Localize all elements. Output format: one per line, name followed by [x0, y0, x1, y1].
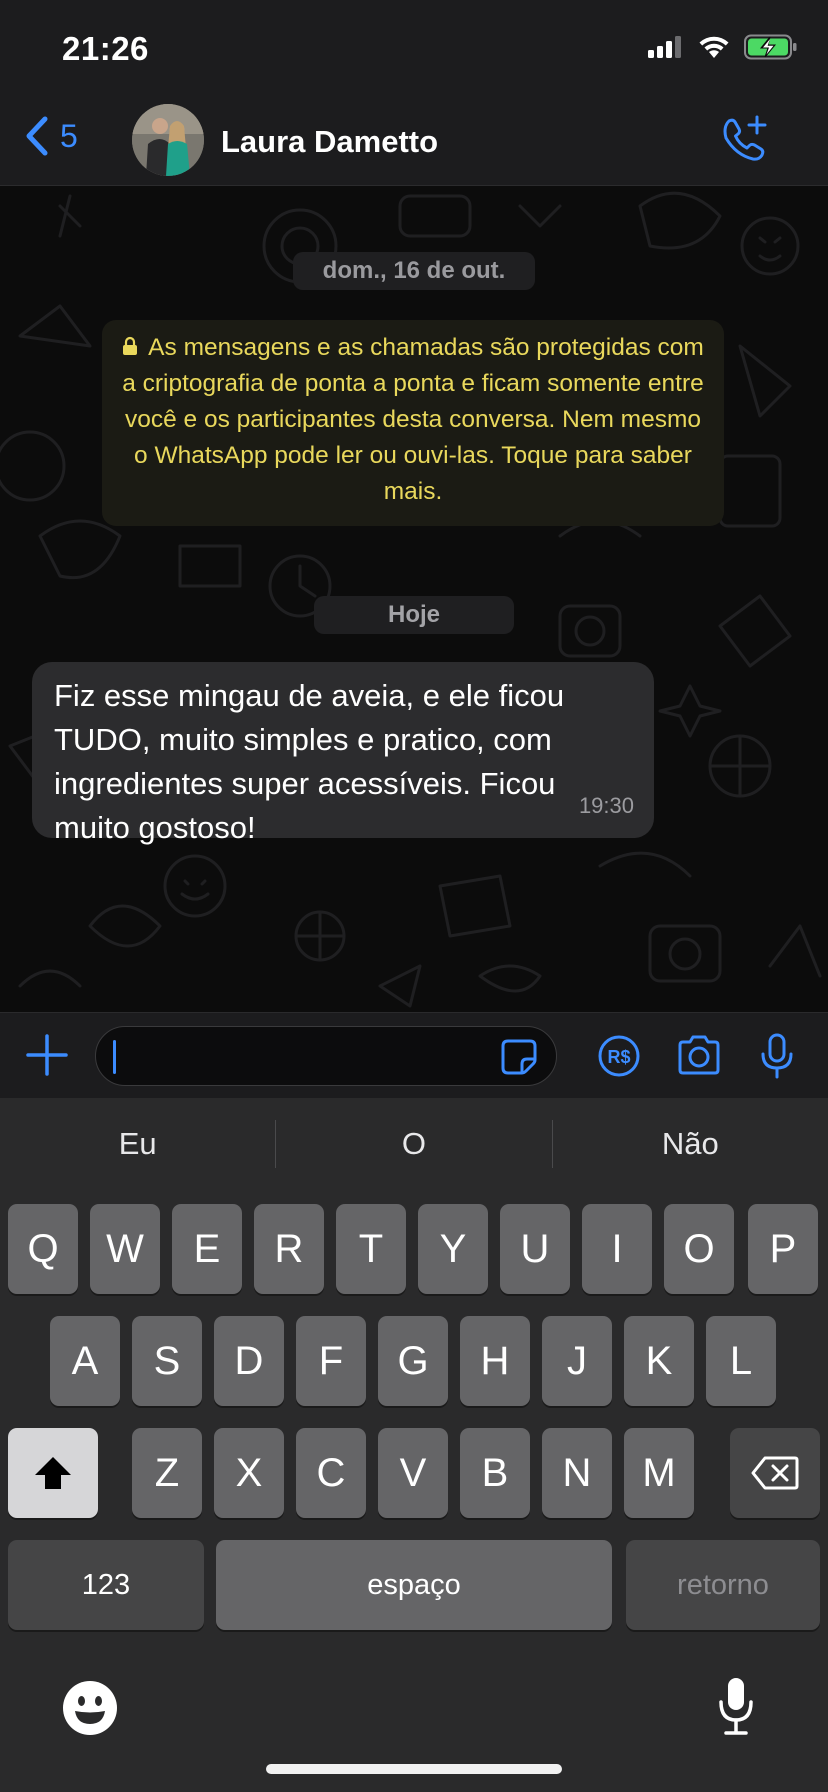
chat-header: 5 Laura Dametto	[0, 96, 828, 186]
status-bar: 21:26	[0, 0, 828, 96]
key-l[interactable]: L	[706, 1316, 776, 1406]
key-e[interactable]: E	[172, 1204, 242, 1294]
back-button[interactable]: 5	[24, 116, 78, 156]
key-m[interactable]: M	[624, 1428, 694, 1518]
phone-plus-icon	[723, 115, 767, 161]
message-text: Fiz esse mingau de aveia, e ele ficou TU…	[54, 678, 565, 845]
cellular-signal-icon	[648, 36, 681, 58]
microphone-icon	[761, 1033, 793, 1079]
key-z[interactable]: Z	[132, 1428, 202, 1518]
sticker-button[interactable]	[500, 1038, 538, 1081]
backspace-icon	[751, 1456, 799, 1490]
plus-icon	[26, 1034, 68, 1076]
key-n[interactable]: N	[542, 1428, 612, 1518]
emoji-icon	[63, 1681, 117, 1735]
key-w[interactable]: W	[90, 1204, 160, 1294]
key-y[interactable]: Y	[418, 1204, 488, 1294]
key-x[interactable]: X	[214, 1428, 284, 1518]
dictation-mic-icon	[719, 1678, 753, 1735]
camera-icon	[678, 1035, 720, 1075]
keyboard: Eu O Não Q W E R T Y U I O P A S D F G H…	[0, 1098, 828, 1792]
predictive-bar: Eu O Não	[0, 1112, 828, 1176]
contact-name[interactable]: Laura Dametto	[221, 124, 438, 160]
chat-area[interactable]: dom., 16 de out. As mensagens e as chama…	[0, 186, 828, 1012]
suggestion-2[interactable]: O	[276, 1112, 551, 1176]
composer-bar: R$	[0, 1012, 828, 1098]
key-k[interactable]: K	[624, 1316, 694, 1406]
status-icons	[648, 34, 798, 60]
key-o[interactable]: O	[664, 1204, 734, 1294]
key-c[interactable]: C	[296, 1428, 366, 1518]
unread-count: 5	[60, 117, 78, 154]
date-separator: dom., 16 de out.	[293, 252, 535, 290]
camera-button[interactable]	[676, 1035, 722, 1080]
key-q[interactable]: Q	[8, 1204, 78, 1294]
key-b[interactable]: B	[460, 1428, 530, 1518]
svg-text:R$: R$	[607, 1047, 630, 1067]
shift-icon	[35, 1457, 71, 1489]
key-s[interactable]: S	[132, 1316, 202, 1406]
message-input[interactable]	[95, 1026, 557, 1086]
numbers-key[interactable]: 123	[8, 1540, 204, 1630]
key-v[interactable]: V	[378, 1428, 448, 1518]
key-g[interactable]: G	[378, 1316, 448, 1406]
lock-icon	[122, 336, 138, 356]
battery-charging-icon	[744, 34, 797, 60]
encryption-notice-text: As mensagens e as chamadas são protegida…	[122, 334, 704, 505]
text-caret	[113, 1040, 116, 1074]
return-key[interactable]: retorno	[626, 1540, 820, 1630]
key-p[interactable]: P	[748, 1204, 818, 1294]
encryption-notice[interactable]: As mensagens e as chamadas são protegida…	[102, 320, 724, 526]
chevron-left-icon	[26, 116, 48, 156]
key-i[interactable]: I	[582, 1204, 652, 1294]
key-d[interactable]: D	[214, 1316, 284, 1406]
status-time: 21:26	[62, 30, 149, 67]
space-key[interactable]: espaço	[216, 1540, 612, 1630]
sticker-icon	[501, 1039, 537, 1075]
today-separator: Hoje	[314, 596, 514, 634]
message-bubble[interactable]: Fiz esse mingau de aveia, e ele ficou TU…	[32, 662, 654, 845]
suggestion-3[interactable]: Não	[553, 1112, 828, 1176]
key-r[interactable]: R	[254, 1204, 324, 1294]
wifi-icon	[699, 36, 729, 58]
attach-button[interactable]	[24, 1032, 70, 1083]
key-t[interactable]: T	[336, 1204, 406, 1294]
home-indicator[interactable]	[266, 1764, 562, 1774]
dictation-key[interactable]	[716, 1676, 756, 1741]
emoji-key[interactable]	[62, 1680, 118, 1741]
key-j[interactable]: J	[542, 1316, 612, 1406]
add-call-button[interactable]	[720, 114, 770, 169]
shift-key[interactable]	[8, 1428, 98, 1518]
payment-button[interactable]: R$	[597, 1034, 641, 1083]
key-a[interactable]: A	[50, 1316, 120, 1406]
avatar[interactable]	[132, 104, 204, 176]
suggestion-1[interactable]: Eu	[0, 1112, 275, 1176]
key-f[interactable]: F	[296, 1316, 366, 1406]
message-time: 19:30	[578, 793, 634, 818]
pix-money-icon: R$	[598, 1035, 640, 1077]
delete-key[interactable]	[730, 1428, 820, 1518]
voice-message-button[interactable]	[759, 1033, 795, 1084]
key-h[interactable]: H	[460, 1316, 530, 1406]
key-u[interactable]: U	[500, 1204, 570, 1294]
